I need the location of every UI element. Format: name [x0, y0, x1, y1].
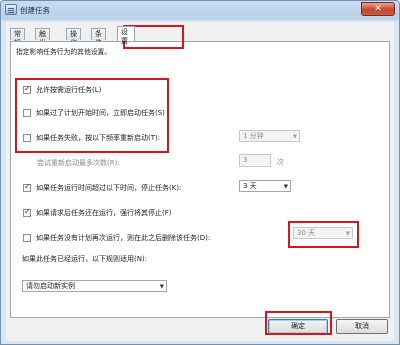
run-after-missed-checkbox[interactable] [23, 109, 31, 117]
stop-duration-value: 3 天 [243, 182, 257, 190]
delete-after-dropdown[interactable]: 30 天 ▼ [293, 227, 353, 239]
stop-if-longer-label: 如果任务运行时间超过以下时间，停止任务(K): [36, 184, 182, 192]
settings-panel: 指定影响任务行为的其他设置。 允许按需运行任务(L) 如果过了计划开始时间，立即… [10, 41, 390, 318]
cancel-button[interactable]: 取消 [336, 319, 388, 334]
restart-attempts-spinner[interactable]: 3 [239, 154, 271, 167]
chevron-down-icon: ▼ [292, 134, 297, 140]
delete-after-value: 30 天 [297, 229, 316, 237]
delete-if-not-scheduled-label: 如果任务没有计划再次运行，则在此之后删除该任务(D): [36, 234, 211, 242]
stop-duration-dropdown[interactable]: 3 天 ▼ [239, 180, 291, 192]
tab-settings[interactable]: 设置 [117, 26, 135, 45]
chevron-down-icon: ▼ [283, 184, 288, 190]
create-task-window: 创建任务 ✕ 常规 触发器 操作 条件 设置 指定影响任务行为的其他设置。 允许… [0, 0, 400, 345]
allow-on-demand-option[interactable]: 允许按需运行任务(L) [23, 84, 102, 95]
restart-interval-dropdown[interactable]: 1 分钟 ▼ [239, 130, 300, 142]
run-after-missed-label: 如果过了计划开始时间，立即启动任务(S) [36, 109, 165, 117]
window-title: 创建任务 [20, 6, 50, 15]
allow-on-demand-checkbox[interactable] [23, 84, 31, 94]
if-running-rule-dropdown[interactable]: 请勿启动新实例 ▼ [22, 280, 167, 292]
close-button[interactable]: ✕ [361, 2, 395, 16]
if-running-rule-label: 如果此任务已经运行，以下规则适用(N): [22, 255, 148, 263]
delete-if-not-scheduled-checkbox[interactable] [23, 234, 31, 242]
restart-on-fail-checkbox[interactable] [23, 134, 31, 142]
tab-actions[interactable]: 操作 [66, 28, 81, 47]
chevron-down-icon: ▼ [159, 284, 164, 290]
tab-triggers[interactable]: 触发器 [35, 28, 50, 56]
allow-on-demand-label: 允许按需运行任务(L) [36, 86, 102, 94]
ok-button[interactable]: 确定 [268, 319, 328, 334]
run-after-missed-option[interactable]: 如果过了计划开始时间，立即启动任务(S) [23, 108, 165, 118]
force-stop-label: 如果请求后任务还在运行，强行将其停止(F) [36, 209, 172, 217]
if-running-rule-value: 请勿启动新实例 [26, 282, 75, 290]
delete-if-not-scheduled-option[interactable]: 如果任务没有计划再次运行，则在此之后删除该任务(D): [23, 233, 210, 243]
restart-interval-value: 1 分钟 [243, 132, 264, 140]
stop-if-longer-checkbox[interactable] [23, 182, 31, 192]
dialog-client: 常规 触发器 操作 条件 设置 指定影响任务行为的其他设置。 允许按需运行任务(… [6, 22, 394, 341]
restart-on-fail-option[interactable]: 如果任务失败，按以下频率重新启动(T): [23, 133, 160, 143]
restart-attempts-unit: 次 [277, 158, 284, 166]
chevron-down-icon: ▼ [345, 231, 350, 237]
force-stop-option[interactable]: 如果请求后任务还在运行，强行将其停止(F) [23, 207, 172, 218]
tab-general[interactable]: 常规 [10, 28, 25, 47]
restart-attempts-value: 3 [243, 156, 248, 164]
settings-description: 指定影响任务行为的其他设置。 [16, 48, 112, 56]
restart-on-fail-label: 如果任务失败，按以下频率重新启动(T): [36, 134, 161, 142]
tab-conditions[interactable]: 条件 [91, 28, 106, 47]
force-stop-checkbox[interactable] [23, 207, 31, 217]
restart-attempts-label: 尝试重新启动最多次数(R): [37, 159, 120, 167]
stop-if-longer-option[interactable]: 如果任务运行时间超过以下时间，停止任务(K): [23, 182, 182, 193]
task-scheduler-icon [5, 4, 17, 15]
title-bar[interactable]: 创建任务 ✕ [1, 1, 399, 19]
